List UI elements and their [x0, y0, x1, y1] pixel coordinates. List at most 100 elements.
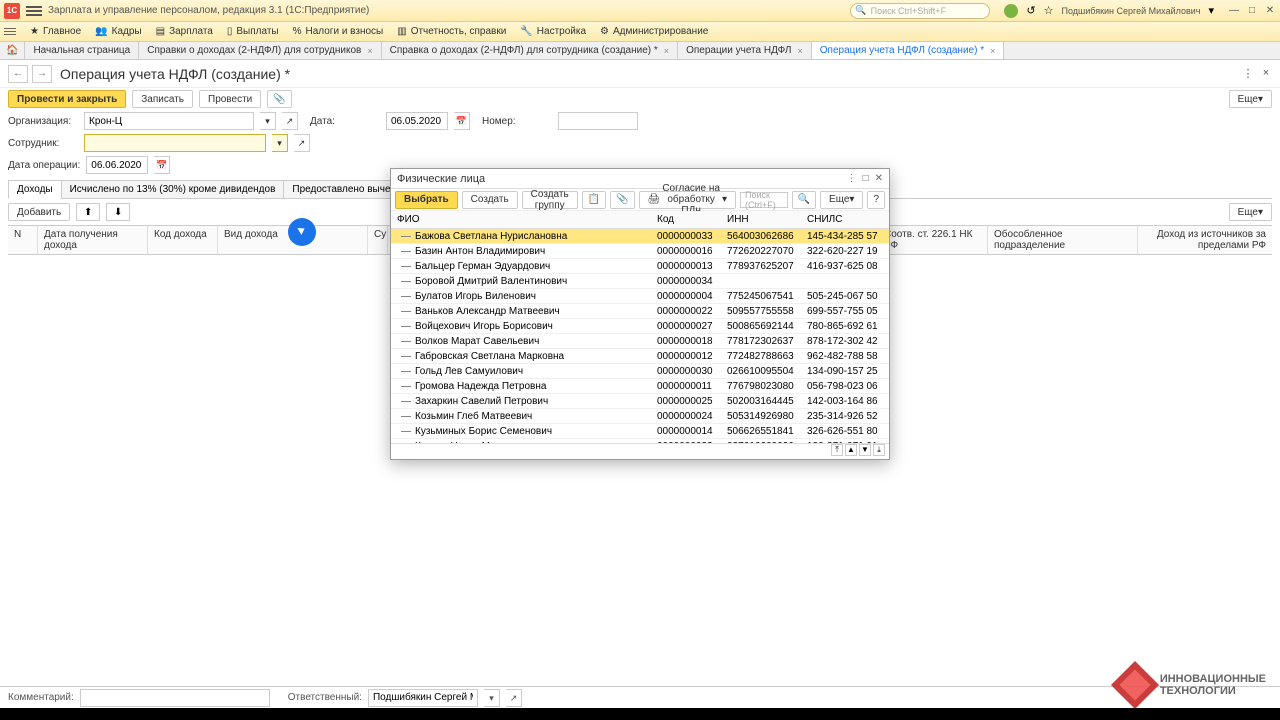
add-button[interactable]: Добавить [8, 203, 70, 221]
comment-input[interactable] [80, 689, 270, 707]
resp-input[interactable] [368, 689, 478, 707]
date-input[interactable] [386, 112, 448, 130]
close-icon[interactable]: ✕ [1264, 5, 1276, 16]
menu-nastr[interactable]: 🔧 Настройка [520, 26, 586, 37]
sotr-input[interactable] [84, 134, 266, 152]
star-icon[interactable]: ☆ [1044, 4, 1054, 17]
number-input[interactable] [558, 112, 638, 130]
tab-spravki[interactable]: Справки о доходах (2-НДФЛ) для сотрудник… [139, 42, 381, 59]
zapisat-button[interactable]: Записать [132, 90, 193, 108]
help-button[interactable]: ? [867, 191, 885, 209]
global-search[interactable]: 🔍 Поиск Ctrl+Shift+F [850, 3, 990, 19]
tab-home[interactable]: Начальная страница [25, 42, 139, 59]
person-row[interactable]: Бажова Светлана Нурислановна000000003356… [391, 229, 889, 244]
dropdown-icon[interactable]: ▾ [272, 134, 288, 152]
calendar-icon[interactable]: 📅 [154, 156, 170, 174]
tab-home-icon[interactable]: 🏠 [0, 42, 25, 59]
person-row[interactable]: Габровская Светлана Марковна000000001277… [391, 349, 889, 364]
person-row[interactable]: Захаркин Савелий Петрович000000002550200… [391, 394, 889, 409]
menu-admin[interactable]: ⚙ Администрирование [600, 26, 708, 37]
open-icon[interactable]: ↗ [282, 112, 298, 130]
vybrat-button[interactable]: Выбрать [395, 191, 458, 209]
user-dropdown-icon[interactable]: ▾ [1208, 4, 1214, 17]
col-kod[interactable]: Код дохода [148, 226, 218, 254]
person-row[interactable]: Громова Надежда Петровна0000000011776798… [391, 379, 889, 394]
forward-button[interactable]: → [32, 65, 52, 83]
close-icon[interactable]: × [797, 46, 802, 56]
attach-button[interactable]: 📎 [610, 191, 634, 209]
sozdat-button[interactable]: Создать [462, 191, 518, 209]
move-down-button[interactable]: ⬇ [106, 203, 130, 221]
col-226[interactable]: Соотв. ст. 226.1 НК РФ [878, 226, 988, 254]
history-icon[interactable]: ↺ [1026, 4, 1035, 17]
col-dohod[interactable]: Доход из источников за пределами РФ [1138, 226, 1272, 254]
person-row[interactable]: Базин Антон Владимирович0000000016772620… [391, 244, 889, 259]
col-fio[interactable]: ФИО [391, 211, 651, 228]
provesti-zakryt-button[interactable]: Провести и закрыть [8, 90, 126, 108]
person-row[interactable]: Гольд Лев Самуилович00000000300266100955… [391, 364, 889, 379]
doctab-ischisleno[interactable]: Исчислено по 13% (30%) кроме дивидендов [61, 180, 285, 198]
menu-otchet[interactable]: ▥ Отчетность, справки [397, 26, 506, 37]
soglasie-button[interactable]: 🖨 Согласие на обработку ПДн ▾ [639, 191, 736, 209]
burger-icon[interactable] [26, 3, 42, 19]
back-button[interactable]: ← [8, 65, 28, 83]
attach-button[interactable]: 📎 [267, 90, 291, 108]
col-podrazd[interactable]: Обособленное подразделение [988, 226, 1138, 254]
doc-menu-icon[interactable]: ⋮ [1242, 67, 1254, 80]
minimize-icon[interactable]: — [1228, 5, 1240, 16]
col-inn[interactable]: ИНН [721, 211, 801, 228]
user-label[interactable]: Подшибякин Сергей Михайлович [1061, 6, 1200, 16]
tab-operaciya-create[interactable]: Операция учета НДФЛ (создание) *× [812, 42, 1005, 59]
person-row[interactable]: Боровой Дмитрий Валентинович0000000034 [391, 274, 889, 289]
person-row[interactable]: Булатов Игорь Виленович00000000047752450… [391, 289, 889, 304]
person-row[interactable]: Кузьминых Борис Семенович000000001450662… [391, 424, 889, 439]
col-n[interactable]: N [8, 226, 38, 254]
maximize-icon[interactable]: □ [1246, 5, 1258, 16]
dropdown-icon[interactable]: ▾ [484, 689, 500, 707]
close-icon[interactable]: × [990, 46, 995, 56]
menu-burger[interactable] [4, 28, 16, 35]
org-input[interactable] [84, 112, 254, 130]
grid-eshche-button[interactable]: Еще ▾ [1229, 203, 1272, 221]
doc-close-icon[interactable]: × [1260, 67, 1272, 80]
modal-close-icon[interactable]: ✕ [875, 173, 883, 184]
scroll-up-icon[interactable]: ▲ [845, 444, 857, 456]
menu-nalogi[interactable]: % Налоги и взносы [293, 26, 384, 37]
calendar-icon[interactable]: 📅 [454, 112, 470, 130]
modal-eshche-button[interactable]: Еще ▾ [820, 191, 863, 209]
menu-main[interactable]: ★ Главное [30, 26, 81, 37]
menu-zarplata[interactable]: ▤ Зарплата [156, 26, 213, 37]
tab-spravka-create[interactable]: Справка о доходах (2-НДФЛ) для сотрудник… [382, 42, 678, 59]
tab-operacii[interactable]: Операции учета НДФЛ× [678, 42, 812, 59]
open-icon[interactable]: ↗ [294, 134, 310, 152]
copy-button[interactable]: 📋 [582, 191, 606, 209]
scroll-bottom-icon[interactable]: ⤓ [873, 444, 885, 456]
close-icon[interactable]: × [367, 46, 372, 56]
person-row[interactable]: Бальцер Герман Эдуардович000000001377893… [391, 259, 889, 274]
modal-maximize-icon[interactable]: □ [863, 173, 869, 184]
person-row[interactable]: Козьмин Глеб Матвеевич000000002450531492… [391, 409, 889, 424]
search-button[interactable]: 🔍 [792, 191, 816, 209]
close-icon[interactable]: × [664, 46, 669, 56]
col-date[interactable]: Дата получения дохода [38, 226, 148, 254]
opdate-input[interactable] [86, 156, 148, 174]
open-icon[interactable]: ↗ [506, 689, 522, 707]
scroll-top-icon[interactable]: ⤒ [831, 444, 843, 456]
person-row[interactable]: Волков Марат Савельевич00000000187781723… [391, 334, 889, 349]
col-kod[interactable]: Код [651, 211, 721, 228]
menu-vyplaty[interactable]: ▯ Выплаты [227, 26, 279, 37]
col-su[interactable]: Су [368, 226, 388, 254]
modal-search[interactable]: Поиск (Ctrl+F) [740, 192, 788, 208]
person-row[interactable]: Ваньков Александр Матвеевич0000000022509… [391, 304, 889, 319]
dropdown-icon[interactable]: ▾ [260, 112, 276, 130]
move-up-button[interactable]: ⬆ [76, 203, 100, 221]
notification-icon[interactable] [1004, 4, 1018, 18]
doctab-dohody[interactable]: Доходы [8, 180, 62, 199]
menu-kadry[interactable]: 👥 Кадры [95, 26, 141, 37]
provesti-button[interactable]: Провести [199, 90, 261, 108]
col-snils[interactable]: СНИЛС [801, 211, 881, 228]
sozdat-gruppu-button[interactable]: Создать группу [522, 191, 578, 209]
person-row[interactable]: Войцехович Игорь Борисович00000000275008… [391, 319, 889, 334]
eshche-button[interactable]: Еще ▾ [1229, 90, 1272, 108]
modal-menu-icon[interactable]: ⋮ [847, 173, 857, 184]
